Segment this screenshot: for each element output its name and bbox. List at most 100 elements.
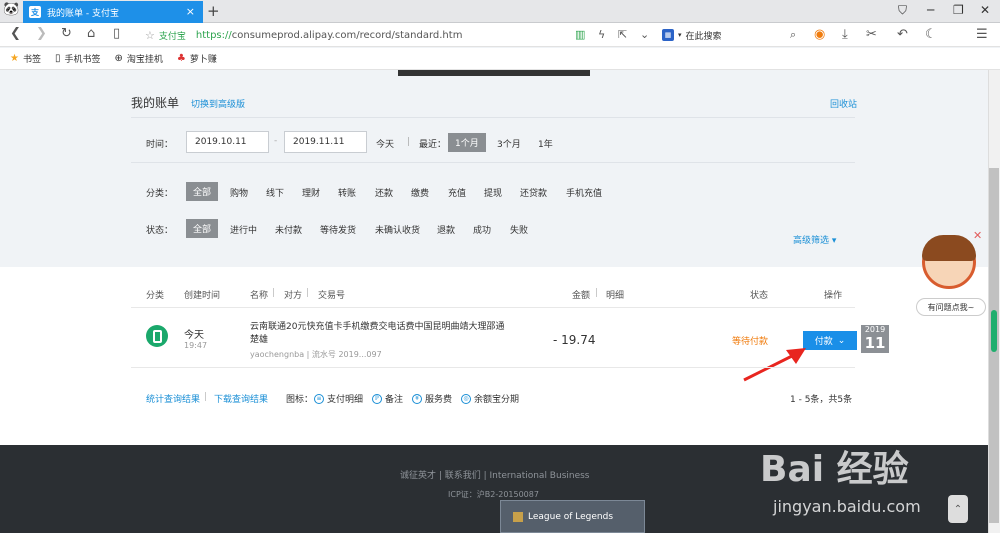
back-icon[interactable]: ❮ xyxy=(10,26,21,41)
status-unpaid[interactable]: 未付款 xyxy=(275,223,302,236)
search-box[interactable]: ▦ ▾ 在此搜索 xyxy=(662,27,807,43)
lightning-icon[interactable]: ϟ xyxy=(598,28,605,41)
assistant-bubble[interactable]: 有问题点我~ xyxy=(916,298,986,316)
status-unconfirmed[interactable]: 未确认收货 xyxy=(375,223,420,236)
dropdown-icon[interactable]: ▾ xyxy=(678,31,682,39)
category-bills[interactable]: 缴费 xyxy=(411,186,429,199)
bookmark-item-taobao[interactable]: ⊕ 淘宝挂机 xyxy=(115,52,163,65)
popup-label: League of Legends xyxy=(528,511,614,522)
status-all[interactable]: 全部 xyxy=(186,219,219,238)
recycle-bin-link[interactable]: 回收站 xyxy=(830,97,857,110)
menu-icon[interactable]: ☰ xyxy=(976,27,988,42)
restore-icon[interactable]: ❐ xyxy=(953,3,964,17)
help-assistant[interactable]: ✕ 有问题点我~ xyxy=(916,229,986,320)
row-time: 19:47 xyxy=(184,341,208,350)
quick-1-month[interactable]: 1个月 xyxy=(448,133,486,152)
category-finance[interactable]: 理财 xyxy=(302,186,320,199)
tab-close-icon[interactable]: × xyxy=(186,5,195,18)
divider xyxy=(131,307,855,308)
url-scheme: https:// xyxy=(195,29,232,41)
legend-text: 支付明细 xyxy=(327,395,364,405)
row-name-link[interactable]: 云南联通20元快充值卡手机缴费交电话费中国昆明曲靖大理邵通楚雄 xyxy=(250,321,512,347)
forward-icon[interactable]: ❯ xyxy=(36,26,47,41)
download-link[interactable]: 下载查询结果 xyxy=(214,392,268,405)
status-success[interactable]: 成功 xyxy=(473,223,491,236)
bookmark-label: 书签 xyxy=(22,55,41,65)
category-label: 分类： xyxy=(146,189,174,199)
separator: | xyxy=(204,392,208,402)
advanced-filter-link[interactable]: 高级筛选 ▾ xyxy=(793,233,836,246)
row-subtext: yaochengnba | 流水号 2019...097 xyxy=(250,350,382,359)
legend-fee: ¥ 服务费 xyxy=(412,392,452,405)
search-engine-icon[interactable]: ▦ xyxy=(662,29,674,41)
night-mode-icon[interactable]: ☾ xyxy=(925,27,937,42)
date-from-input[interactable]: 2019.10.11 xyxy=(186,131,269,153)
undo-icon[interactable]: ↶ xyxy=(897,27,908,42)
header-separator: | xyxy=(595,288,599,298)
category-offline[interactable]: 线下 xyxy=(266,186,284,199)
chevron-down-icon: ⌄ xyxy=(837,335,846,345)
category-shopping[interactable]: 购物 xyxy=(230,186,248,199)
read-mode-icon[interactable]: ▥ xyxy=(575,28,585,41)
address-bar[interactable]: ☆ 支付宝 https:// consumeprod.alipay.com /r… xyxy=(145,25,560,45)
category-transfer[interactable]: 转账 xyxy=(338,186,356,199)
gamepad-icon[interactable]: ◉ xyxy=(814,27,825,42)
status-refund[interactable]: 退款 xyxy=(437,223,455,236)
switch-advanced-link[interactable]: 切换到高级版 xyxy=(191,97,245,110)
category-withdraw[interactable]: 提现 xyxy=(484,186,502,199)
back-to-top-icon[interactable]: ⌃ xyxy=(948,495,968,523)
reader-icon[interactable]: ▯ xyxy=(113,26,120,41)
legend-installment: ◎ 余额宝分期 xyxy=(461,392,519,405)
divider xyxy=(131,367,855,368)
tab-alipay-bill[interactable]: 支 我的账单 - 支付宝 × xyxy=(23,1,203,23)
chevron-down-icon[interactable]: ⌄ xyxy=(640,28,649,41)
quick-today[interactable]: 今天 xyxy=(376,137,394,150)
pager-text: 1 - 5条，共5条 xyxy=(790,395,853,405)
category-all[interactable]: 全部 xyxy=(186,182,219,201)
advanced-filter-label: 高级筛选 xyxy=(793,236,830,246)
bookmark-item-mobile[interactable]: ▯ 手机书签 xyxy=(55,52,101,65)
detail-icon: ≡ xyxy=(314,393,324,404)
date-to-input[interactable]: 2019.11.11 xyxy=(284,131,367,153)
scissors-icon[interactable]: ✂ xyxy=(866,27,877,42)
quick-1-year[interactable]: 1年 xyxy=(538,137,553,150)
footer-links[interactable]: 诚征英才 | 联系我们 | International Business xyxy=(400,468,590,481)
download-icon[interactable]: ⤓ xyxy=(842,27,848,42)
installment-icon: ◎ xyxy=(461,393,471,404)
bookmark-item-bookmarks[interactable]: ★ 书签 xyxy=(10,52,41,65)
status-label: 状态： xyxy=(146,226,174,236)
share-icon[interactable]: ⇱ xyxy=(618,28,627,41)
tab-title: 我的账单 - 支付宝 xyxy=(47,8,119,19)
status-failed[interactable]: 失败 xyxy=(510,223,528,236)
category-topup[interactable]: 充值 xyxy=(448,186,466,199)
category-repay[interactable]: 还款 xyxy=(375,186,393,199)
stats-link[interactable]: 统计查询结果 xyxy=(146,392,200,405)
close-icon[interactable]: ✕ xyxy=(973,229,982,242)
baidu-watermark-url: jingyan.baidu.com xyxy=(773,497,921,516)
new-tab-button[interactable]: + xyxy=(207,2,220,20)
league-of-legends-popup[interactable]: League of Legends xyxy=(500,500,645,533)
status-awaiting-shipment[interactable]: 等待发货 xyxy=(320,223,356,236)
legend-text: 余额宝分期 xyxy=(474,395,520,405)
legend-text: 服务费 xyxy=(425,395,453,405)
legend-label: 图标： xyxy=(286,395,314,405)
pay-button[interactable]: 付款 ⌄ xyxy=(803,331,857,350)
star-icon: ★ xyxy=(10,53,19,64)
quick-3-months[interactable]: 3个月 xyxy=(497,137,521,150)
header-counterparty: 对方 xyxy=(284,291,303,301)
category-mobile-topup[interactable]: 手机充值 xyxy=(566,186,602,199)
window-close-icon[interactable]: ✕ xyxy=(980,3,990,17)
bookmark-star-icon[interactable]: ☆ xyxy=(145,29,155,42)
radish-icon: ♣ xyxy=(176,53,186,64)
refresh-icon[interactable]: ↻ xyxy=(61,26,72,41)
home-icon[interactable]: ⌂ xyxy=(87,26,95,41)
search-icon[interactable]: ⌕ xyxy=(790,28,796,42)
browser-logo-icon: 🐼 xyxy=(3,2,20,17)
category-loan[interactable]: 还贷款 xyxy=(520,186,547,199)
search-input[interactable]: 在此搜索 xyxy=(686,29,722,42)
bookmark-item-radish[interactable]: ♣ 萝卜赚 xyxy=(177,52,217,65)
minimize-icon[interactable]: ─ xyxy=(927,3,934,17)
alipay-tab-icon: 支 xyxy=(29,6,41,18)
status-in-progress[interactable]: 进行中 xyxy=(230,223,257,236)
shirt-icon[interactable]: ⛉ xyxy=(898,3,907,18)
